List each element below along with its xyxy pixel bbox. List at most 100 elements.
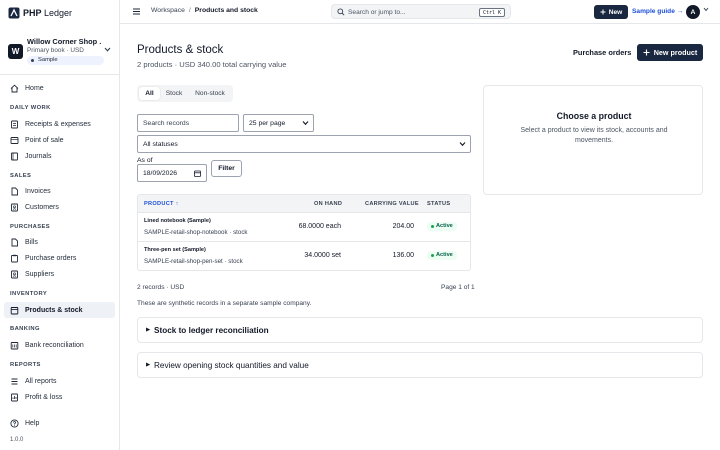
per-page-value: 25 per page <box>249 119 286 127</box>
user-avatar[interactable]: A <box>686 5 700 19</box>
product-detail-panel: Choose a product Select a product to vie… <box>483 85 703 195</box>
sidebar-item-label: Profit & loss <box>25 393 63 401</box>
panel-description: Select a product to view its stock, acco… <box>520 127 668 144</box>
section-reports: REPORTS <box>10 362 41 368</box>
logo-text-bold: PHP <box>23 8 42 18</box>
sidebar-item-point-of-sale[interactable]: Point of sale <box>4 132 115 148</box>
app-version: 1.0.0 <box>10 437 24 443</box>
records-count: 2 records · USD <box>137 284 185 291</box>
menu-icon[interactable] <box>132 7 141 16</box>
receipt-icon <box>11 120 18 128</box>
chevron-down-icon[interactable] <box>703 7 709 12</box>
sidebar-item-label: Help <box>25 419 40 427</box>
as-of-date-input[interactable]: 18/09/2026 <box>137 164 207 182</box>
column-status[interactable]: STATUS <box>427 201 450 207</box>
tab-all[interactable]: All <box>139 87 160 100</box>
sidebar-item-invoices[interactable]: Invoices <box>4 183 115 199</box>
column-carrying-value[interactable]: CARRYING VALUE <box>365 201 419 207</box>
search-records-input[interactable]: Search records <box>137 114 239 132</box>
status-select[interactable]: All statuses <box>137 135 471 153</box>
section-label: Review opening stock quantities and valu… <box>154 361 309 370</box>
home-icon <box>10 84 19 92</box>
section-sales: SALES <box>10 173 32 179</box>
column-on-hand[interactable]: ON HAND <box>314 201 342 207</box>
search-shortcut: Ctrl K <box>478 7 505 17</box>
section-label: Stock to ledger reconciliation <box>154 326 269 335</box>
breadcrumb-current: Products and stock <box>194 7 258 14</box>
breadcrumb-separator: / <box>188 7 191 14</box>
help-icon <box>10 418 19 428</box>
chevron-down-icon <box>104 47 111 52</box>
bank-icon <box>10 341 19 349</box>
new-product-button[interactable]: New product <box>637 44 703 61</box>
app-logo[interactable]: PHP Ledger <box>8 7 72 19</box>
org-subtitle: Primary book · USD <box>27 47 84 54</box>
sidebar-item-suppliers[interactable]: Suppliers <box>4 266 115 282</box>
logo-text-rest: Ledger <box>41 8 73 18</box>
triangle-right-icon: ▶ <box>146 362 151 368</box>
sidebar-item-bank-reconciliation[interactable]: Bank reconciliation <box>4 337 115 353</box>
package-icon <box>10 306 19 314</box>
products-table: PRODUCT ↑ ON HAND CARRYING VALUE STATUS … <box>137 194 471 271</box>
calendar-icon[interactable] <box>194 170 201 177</box>
sidebar-item-customers[interactable]: Customers <box>4 199 115 215</box>
product-sku: SAMPLE-retail-shop-notebook · stock <box>144 229 248 236</box>
global-search-input[interactable]: Search or jump to... Ctrl K <box>331 4 511 19</box>
new-button[interactable]: New <box>594 5 628 19</box>
product-name: Three-pen set (Sample) <box>144 247 206 253</box>
sidebar-item-home[interactable]: Home <box>4 80 115 96</box>
sidebar-item-profit-loss[interactable]: Profit & loss <box>4 389 115 405</box>
sidebar-item-label: Suppliers <box>25 270 55 278</box>
status-badge: Active <box>427 222 457 231</box>
sidebar-item-purchase-orders[interactable]: Purchase orders <box>4 250 115 266</box>
panel-title: Choose a product <box>556 111 632 121</box>
breadcrumb-workspace[interactable]: Workspace <box>151 7 185 14</box>
section-inventory: INVENTORY <box>10 291 48 297</box>
plus-icon <box>600 9 606 15</box>
table-header: PRODUCT ↑ ON HAND CARRYING VALUE STATUS <box>138 195 470 213</box>
organization-switcher[interactable]: W Willow Corner Shop ... Primary book · … <box>7 36 113 68</box>
stock-ledger-reconciliation-toggle[interactable]: ▶ Stock to ledger reconciliation <box>137 317 703 343</box>
chevron-down-icon <box>459 142 466 147</box>
synthetic-note: These are synthetic records in a separat… <box>137 300 312 307</box>
triangle-right-icon: ▶ <box>146 327 151 333</box>
sidebar-item-bills[interactable]: Bills <box>4 234 115 250</box>
invoice-icon <box>11 187 18 195</box>
contacts-icon <box>11 270 18 278</box>
sidebar-item-label: Bank reconciliation <box>25 341 84 349</box>
column-product[interactable]: PRODUCT ↑ <box>144 201 179 207</box>
sidebar-item-label: Products & stock <box>25 306 83 314</box>
sample-guide-link[interactable]: Sample guide → <box>632 8 683 15</box>
report-icon <box>11 393 18 401</box>
filter-button[interactable]: Filter <box>211 160 242 177</box>
sidebar-item-journals[interactable]: Journals <box>4 148 115 164</box>
tab-non-stock[interactable]: Non-stock <box>189 87 231 100</box>
purchase-orders-link[interactable]: Purchase orders <box>573 48 631 57</box>
sidebar-item-label: Customers <box>25 203 59 211</box>
sidebar-item-label: Purchase orders <box>25 254 77 262</box>
register-icon <box>10 136 19 144</box>
sidebar-item-label: Point of sale <box>25 136 64 144</box>
org-avatar: W <box>8 44 23 59</box>
ledger-logo-icon <box>8 7 20 19</box>
tab-stock[interactable]: Stock <box>162 87 186 100</box>
sidebar-item-products-stock[interactable]: Products & stock <box>4 302 115 318</box>
table-row[interactable]: Lined notebook (Sample) SAMPLE-retail-sh… <box>138 213 470 242</box>
sidebar-divider <box>0 74 119 75</box>
sidebar-item-label: Receipts & expenses <box>25 120 91 128</box>
as-of-date-value: 18/09/2026 <box>143 169 178 177</box>
table-row[interactable]: Three-pen set (Sample) SAMPLE-retail-sho… <box>138 242 470 270</box>
section-banking: BANKING <box>10 326 40 332</box>
section-daily-work: DAILY WORK <box>10 105 51 111</box>
sidebar-item-all-reports[interactable]: All reports <box>4 373 115 389</box>
page-subtitle: 2 products · USD 340.00 total carrying v… <box>137 60 287 69</box>
sidebar-item-help[interactable]: Help <box>4 415 115 431</box>
sidebar-item-label: All reports <box>25 377 57 385</box>
per-page-select[interactable]: 25 per page <box>243 114 314 132</box>
new-product-label: New product <box>653 48 698 57</box>
sidebar: PHP Ledger W Willow Corner Shop ... Prim… <box>0 0 120 450</box>
sidebar-item-receipts[interactable]: Receipts & expenses <box>4 116 115 132</box>
sidebar-item-label: Bills <box>25 238 38 246</box>
opening-stock-toggle[interactable]: ▶ Review opening stock quantities and va… <box>137 352 703 378</box>
carrying-value: 136.00 <box>392 252 414 259</box>
